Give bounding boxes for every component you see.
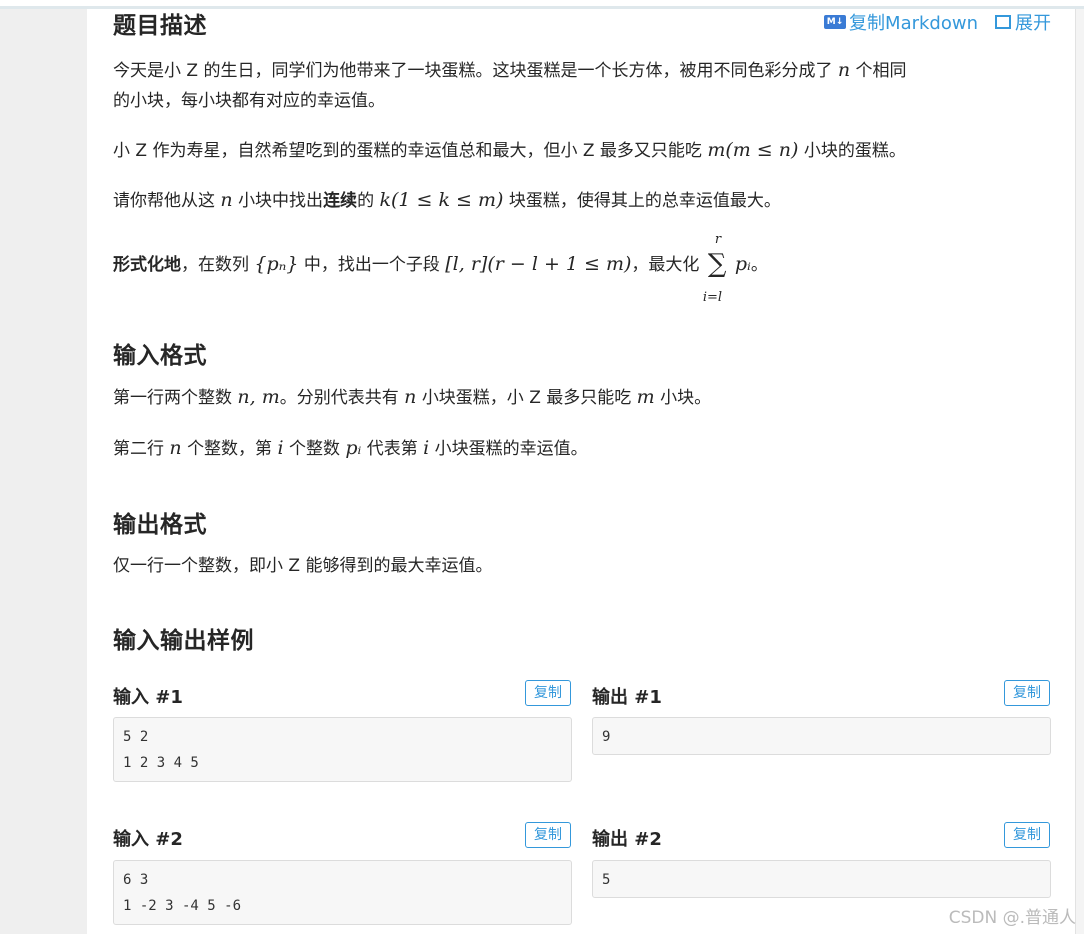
section-title-samples: 输入输出样例 [113, 628, 254, 654]
section-title-description: 题目描述 [113, 13, 207, 39]
copy-markdown-label: 复制Markdown [849, 13, 978, 34]
expand-button[interactable]: 展开 [994, 9, 1051, 35]
sample-1-input-copy-button[interactable]: 复制 [525, 680, 571, 706]
markdown-icon: M↓ [824, 15, 847, 29]
sample-2-input-box[interactable]: 6 3 1 -2 3 -4 5 -6 [113, 860, 572, 925]
expand-icon [994, 13, 1012, 31]
description-paragraph-2: 小 Z 作为寿星，自然希望吃到的蛋糕的幸运值总和最大，但小 Z 最多又只能吃 m… [113, 139, 906, 161]
scrollbar-track[interactable] [1075, 9, 1084, 934]
section-title-output-format: 输出格式 [113, 512, 207, 538]
output-format-line-1: 仅一行一个整数，即小 Z 能够得到的最大幸运值。 [113, 556, 493, 576]
sample-1-input-label: 输入 #1 [113, 687, 183, 708]
csdn-watermark: CSDN @.普通人 [948, 908, 1076, 928]
problem-toolbar: M↓ 复制Markdown 展开 [824, 9, 1051, 35]
sample-2-output-label: 输出 #2 [592, 829, 662, 850]
summation-symbol: r ∑ i=l [702, 232, 727, 305]
sample-2-input-label: 输入 #2 [113, 829, 183, 850]
sample-1-output-copy-button[interactable]: 复制 [1004, 680, 1050, 706]
input-format-line-1: 第一行两个整数 n, m。分别代表共有 n 小块蛋糕，小 Z 最多只能吃 m 小… [113, 386, 712, 408]
description-paragraph-3: 请你帮他从这 n 小块中找出连续的 k(1 ≤ k ≤ m) 块蛋糕，使得其上的… [113, 189, 781, 211]
input-format-line-2: 第二行 n 个整数，第 i 个整数 pᵢ 代表第 i 小块蛋糕的幸运值。 [113, 437, 588, 459]
expand-label: 展开 [1015, 13, 1051, 34]
sample-2-output-box[interactable]: 5 [592, 860, 1051, 898]
sample-2-output-copy-button[interactable]: 复制 [1004, 822, 1050, 848]
section-title-input-format: 输入格式 [113, 343, 207, 369]
description-paragraph-1: 今天是小 Z 的生日，同学们为他带来了一块蛋糕。这块蛋糕是一个长方体，被用不同色… [113, 59, 907, 111]
description-paragraph-4: 形式化地，在数列 {pₙ} 中，找出一个子段 [l, r](r − l + 1 … [113, 232, 768, 305]
sample-1-output-box[interactable]: 9 [592, 717, 1051, 755]
sample-1-output-label: 输出 #1 [592, 687, 662, 708]
sample-1-input-box[interactable]: 5 2 1 2 3 4 5 [113, 717, 572, 782]
sample-2-input-copy-button[interactable]: 复制 [525, 822, 571, 848]
problem-card: 题目描述 M↓ 复制Markdown 展开 今天是小 Z 的生日，同学们为他带来… [87, 9, 1075, 934]
copy-markdown-button[interactable]: M↓ 复制Markdown [824, 9, 978, 35]
